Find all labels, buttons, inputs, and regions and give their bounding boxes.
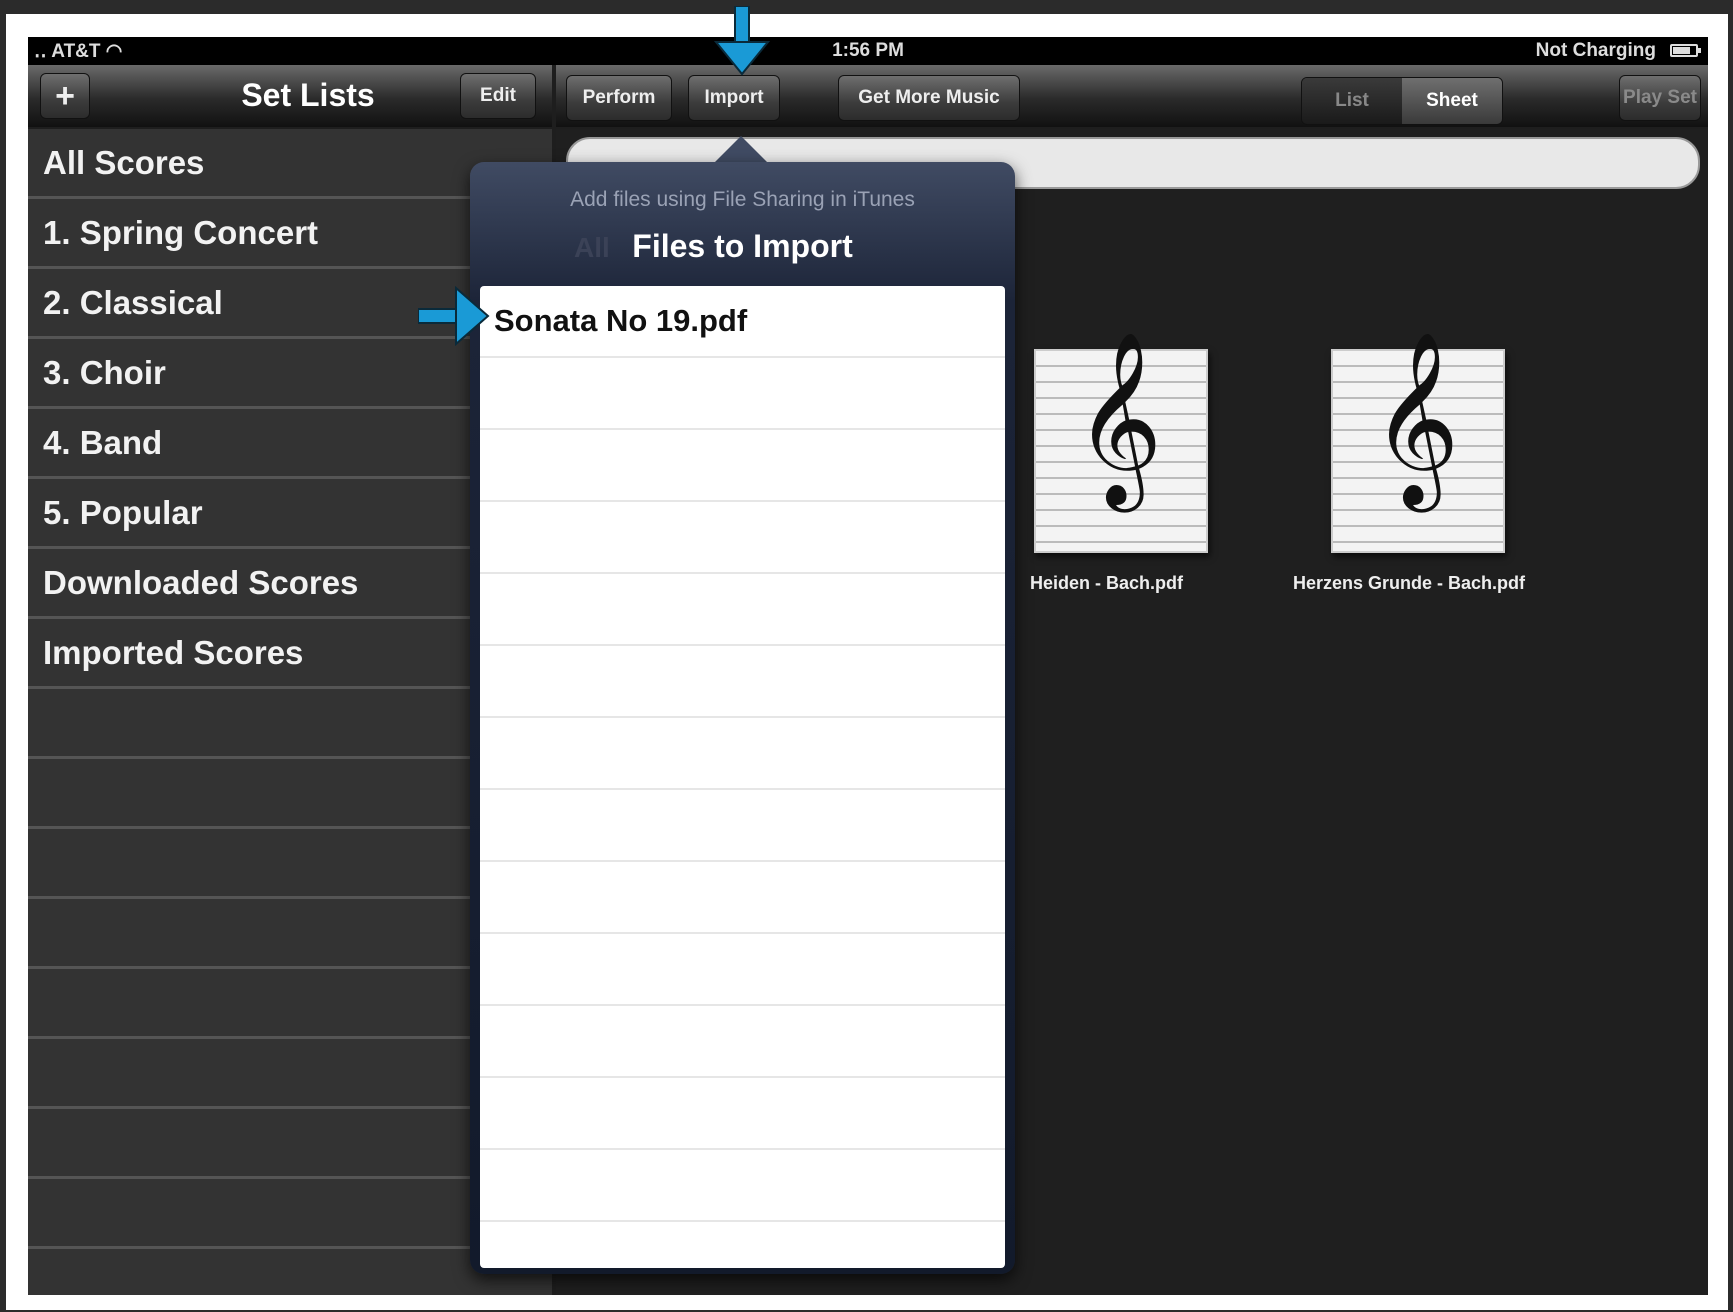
popover-title: Files to Import [632,228,853,264]
sheet-view-tab[interactable]: Sheet [1402,78,1502,124]
list-item [480,1222,1005,1268]
add-set-list-button[interactable]: + [40,73,90,119]
files-to-import-list: Sonata No 19.pdf [480,286,1005,1268]
view-mode-segmented-control: List Sheet [1301,77,1503,125]
list-item [480,718,1005,790]
battery-status-label: Not Charging [1535,40,1656,61]
list-item [480,502,1005,574]
list-item [480,1078,1005,1150]
arrow-down-icon [714,6,770,76]
list-item [480,862,1005,934]
clock-label: 1:56 PM [832,40,904,61]
play-set-button[interactable]: Play Set [1619,75,1701,121]
get-more-music-button[interactable]: Get More Music [838,75,1020,121]
score-filename: Herzens Grunde - Bach.pdf [1293,573,1526,593]
battery-icon [1670,44,1701,57]
set-lists-toolbar: + Set Lists Edit [28,65,552,127]
import-button[interactable]: Import [688,75,780,121]
treble-clef-icon: 𝄞 [1074,331,1163,505]
import-popover: Add files using File Sharing in iTunes A… [470,162,1015,1274]
popover-hint: Add files using File Sharing in iTunes [570,188,915,211]
arrow-right-icon [418,286,490,346]
list-item [480,1150,1005,1222]
list-item [480,430,1005,502]
status-bar: ‥ AT&T ◠ 1:56 PM Not Charging [28,37,1708,65]
perform-button[interactable]: Perform [566,75,672,121]
popover-arrow [713,136,769,164]
list-item [480,790,1005,862]
edit-button[interactable]: Edit [460,73,536,119]
list-item [480,1006,1005,1078]
list-item [480,574,1005,646]
import-file-item[interactable]: Sonata No 19.pdf [480,286,1005,358]
treble-clef-icon: 𝄞 [1371,331,1460,505]
set-lists-title: Set Lists [241,77,375,113]
list-item [480,646,1005,718]
list-view-tab[interactable]: List [1302,78,1402,124]
list-item [480,934,1005,1006]
list-item [480,358,1005,430]
score-filename: Heiden - Bach.pdf [1030,573,1184,593]
